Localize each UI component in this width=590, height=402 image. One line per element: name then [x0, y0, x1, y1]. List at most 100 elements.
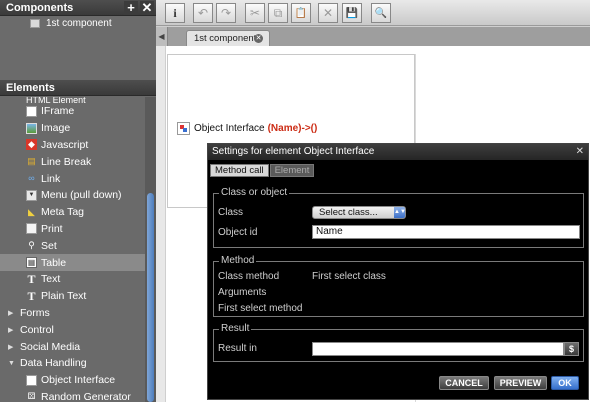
- object-interface-icon: [177, 122, 190, 135]
- undo-button[interactable]: ↶: [193, 3, 213, 23]
- tab-method-call[interactable]: Method call: [210, 164, 269, 177]
- group-title: Method: [219, 255, 257, 266]
- preview-button[interactable]: PREVIEW: [494, 376, 547, 390]
- components-title: Components: [6, 2, 74, 14]
- element-item-menu[interactable]: ▼ Menu (pull down): [0, 187, 145, 204]
- close-components-button[interactable]: ✕: [140, 1, 154, 15]
- element-item-image[interactable]: Image: [0, 120, 145, 137]
- class-select[interactable]: Select class... ▲▼: [312, 206, 406, 219]
- link-icon: ∞: [28, 173, 35, 184]
- object-interface-icon: [26, 374, 37, 386]
- chevron-right-icon: ▶: [8, 343, 14, 351]
- menu-icon: ▼: [26, 189, 37, 201]
- print-icon: [26, 223, 37, 235]
- element-item-meta-tag[interactable]: ◣ Meta Tag: [0, 204, 145, 221]
- category-data-handling[interactable]: ▼ Data Handling: [0, 355, 145, 372]
- class-method-value: First select class: [312, 271, 386, 282]
- element-item-javascript[interactable]: ◆ Javascript: [0, 137, 145, 154]
- category-social-media[interactable]: ▶ Social Media: [0, 338, 145, 355]
- category-forms[interactable]: ▶ Forms: [0, 305, 145, 322]
- cut-button[interactable]: ✂: [245, 3, 265, 23]
- result-in-label: Result in: [218, 343, 257, 354]
- add-component-button[interactable]: +: [124, 1, 138, 15]
- element-label: Object Interface: [41, 374, 116, 387]
- element-label: HTML Element: [26, 97, 86, 103]
- redo-button[interactable]: ↷: [216, 3, 236, 23]
- element-item-object-interface[interactable]: Object Interface: [0, 372, 145, 389]
- element-label: Image: [41, 122, 71, 135]
- element-item-iframe[interactable]: IFrame: [0, 103, 145, 120]
- category-label: Social Media: [20, 340, 81, 353]
- tab-bar: ◀ 1st component ✕: [156, 27, 590, 46]
- toolbar: i ↶ ↷ ✂ ⧉ 📋 ✕ 💾 🔍: [156, 0, 590, 26]
- component-label: 1st component: [46, 18, 112, 29]
- dialog-title: Settings for element Object Interface: [212, 146, 375, 157]
- category-label: Forms: [20, 306, 50, 319]
- tab-element[interactable]: Element: [269, 164, 315, 177]
- result-in-field[interactable]: [312, 342, 564, 356]
- category-control[interactable]: ▶ Control: [0, 321, 145, 338]
- element-item-line-break[interactable]: ▤ Line Break: [0, 153, 145, 170]
- preview-page-button[interactable]: 🔍: [371, 3, 391, 23]
- javascript-icon: ◆: [26, 139, 37, 151]
- element-label: Text: [41, 273, 61, 286]
- tab-scroll-left-button[interactable]: ◀: [156, 27, 168, 46]
- elements-scrollbar[interactable]: [145, 97, 156, 402]
- element-label: Plain Text: [41, 290, 87, 303]
- plain-text-icon: T: [27, 288, 36, 303]
- element-label: Javascript: [41, 138, 89, 151]
- element-label: Link: [41, 172, 61, 185]
- element-item-print[interactable]: Print: [0, 221, 145, 238]
- info-button[interactable]: i: [165, 3, 185, 23]
- iframe-icon: [26, 105, 37, 117]
- element-label: IFrame: [41, 105, 75, 118]
- component-item[interactable]: 1st component: [0, 16, 156, 31]
- category-label: Control: [20, 323, 54, 336]
- save-button[interactable]: 💾: [342, 3, 362, 23]
- element-label: Print: [41, 222, 63, 235]
- element-item-link[interactable]: ∞ Link: [0, 170, 145, 187]
- meta-tag-icon: ◣: [28, 206, 35, 217]
- chevron-right-icon: ▶: [8, 309, 14, 317]
- group-title: Class or object: [219, 187, 290, 198]
- tab-label: 1st component: [194, 33, 257, 44]
- element-item-table[interactable]: ▦ Table: [0, 254, 145, 271]
- tab-close-icon[interactable]: ✕: [254, 34, 263, 43]
- chevron-right-icon: ▶: [8, 326, 14, 334]
- image-icon: [26, 122, 37, 134]
- object-interface-element[interactable]: Object Interface (Name)->(): [177, 122, 317, 135]
- element-item-random-generator[interactable]: ⚄ Random Generator: [0, 389, 145, 402]
- result-group: Result Result in $: [213, 323, 584, 362]
- ok-button[interactable]: OK: [551, 376, 579, 390]
- delete-button[interactable]: ✕: [318, 3, 338, 23]
- element-label: Line Break: [41, 155, 92, 168]
- class-method-label: Class method: [218, 271, 280, 282]
- dialog-close-button[interactable]: ✕: [576, 144, 584, 160]
- paste-button[interactable]: 📋: [291, 3, 311, 23]
- class-select-value: Select class...: [319, 207, 378, 218]
- element-label: Meta Tag: [41, 206, 84, 219]
- element-label: Table: [41, 256, 67, 269]
- element-item-set[interactable]: ⚲ Set: [0, 237, 145, 254]
- components-header: Components + ✕: [0, 0, 156, 16]
- element-item-text[interactable]: T Text: [0, 271, 145, 288]
- components-list: 1st component: [0, 16, 156, 80]
- scrollbar-thumb[interactable]: [147, 193, 154, 402]
- canvas-gutter: [156, 46, 166, 402]
- element-call-signature: (Name)->(): [267, 123, 318, 134]
- first-select-method-label: First select method: [218, 303, 303, 314]
- tab-1st-component[interactable]: 1st component ✕: [186, 30, 270, 46]
- dialog-title-bar[interactable]: Settings for element Object Interface ✕: [208, 144, 588, 160]
- object-id-field[interactable]: Name: [312, 225, 580, 239]
- element-item-plain-text[interactable]: T Plain Text: [0, 288, 145, 305]
- text-icon: T: [27, 271, 36, 286]
- element-label: Random Generator: [41, 390, 131, 402]
- elements-list: HTML Element IFrame Image ◆ Javascript ▤…: [0, 97, 145, 402]
- select-arrows-icon: ▲▼: [394, 207, 406, 218]
- dialog-tabs: Method call Element: [210, 164, 588, 177]
- copy-button[interactable]: ⧉: [268, 3, 288, 23]
- element-name: Object Interface: [194, 123, 265, 134]
- cancel-button[interactable]: CANCEL: [439, 376, 489, 390]
- variable-picker-button[interactable]: $: [564, 342, 579, 356]
- class-label: Class: [218, 207, 244, 218]
